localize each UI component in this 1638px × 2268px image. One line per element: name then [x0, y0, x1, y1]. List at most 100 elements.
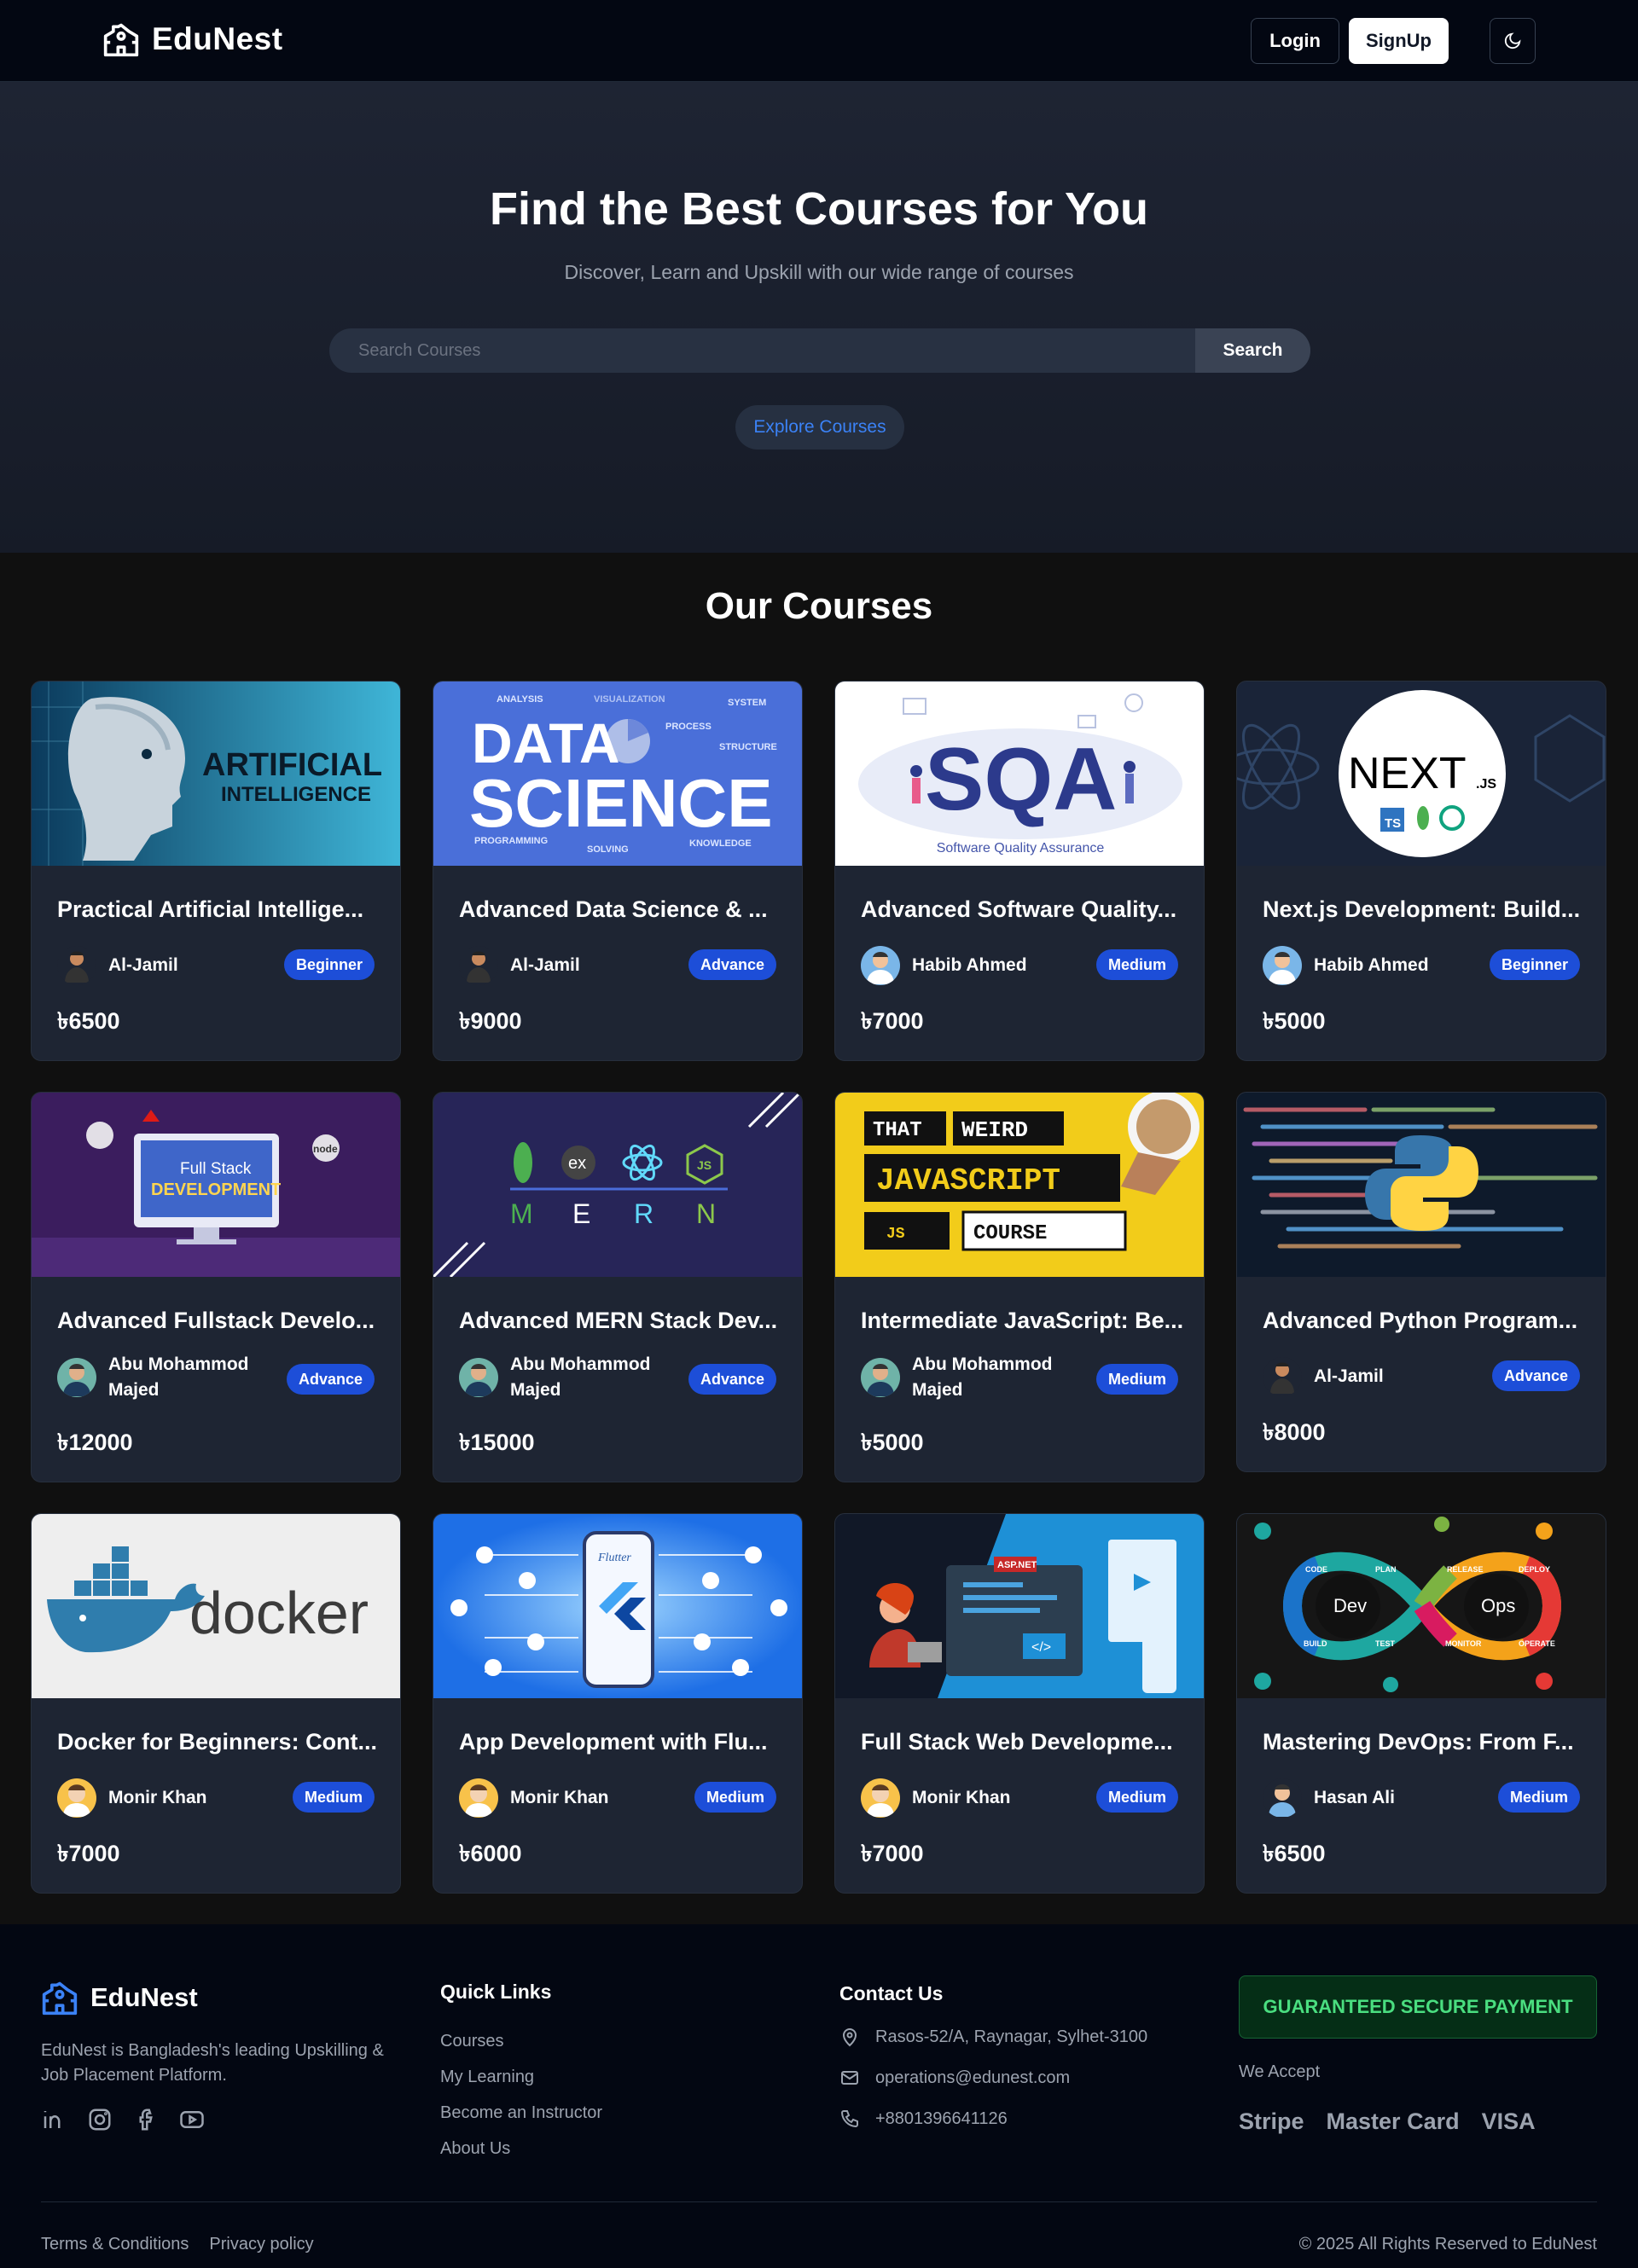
course-title[interactable]: App Development with Flu... — [459, 1729, 783, 1755]
linkedin-icon[interactable] — [41, 2107, 67, 2132]
course-card[interactable]: SQA Software Quality Assurance Advanced … — [834, 681, 1205, 1061]
course-title[interactable]: Advanced Python Program... — [1263, 1308, 1587, 1334]
login-button[interactable]: Login — [1251, 18, 1339, 64]
instructor-name: Al-Jamil — [510, 955, 580, 975]
course-instructor: Habib Ahmed — [861, 946, 1074, 985]
courses-section-title: Our Courses — [705, 585, 933, 627]
course-price: ৳5000 — [861, 1430, 924, 1455]
course-price: ৳7000 — [57, 1841, 120, 1866]
youtube-icon[interactable] — [179, 2107, 205, 2132]
brand-logo-link[interactable]: EduNest — [102, 20, 283, 58]
theme-toggle-button[interactable] — [1490, 18, 1536, 64]
footer-brand[interactable]: EduNest — [41, 1979, 198, 2016]
ds-label: STRUCTURE — [719, 742, 777, 752]
course-thumbnail-javascript: THAT WEIRD JAVASCRIPT JS COURSE — [835, 1093, 1204, 1277]
ai-thumb-text-2: INTELLIGENCE — [221, 783, 371, 806]
explore-courses-button[interactable]: Explore Courses — [735, 405, 904, 450]
js-thumb-javascript: JAVASCRIPT — [876, 1163, 1060, 1198]
sqa-thumb-subtext: Software Quality Assurance — [937, 841, 1105, 856]
ds-label: PROCESS — [665, 722, 712, 732]
course-card[interactable]: Flutter App Development with Flu... Moni… — [433, 1513, 803, 1894]
email-text: operations@edunest.com — [875, 2068, 1071, 2087]
ds-label: VISUALIZATION — [594, 694, 665, 705]
course-card[interactable]: ARTIFICIAL INTELLIGENCE Practical Artifi… — [31, 681, 401, 1061]
instructor-name: Habib Ahmed — [912, 955, 1027, 975]
footer-link-courses[interactable]: Courses — [440, 2032, 503, 2051]
level-badge: Medium — [1095, 1364, 1178, 1395]
course-instructor: Abu Mohammod Majed — [57, 1352, 270, 1403]
footer-divider — [41, 2201, 1597, 2202]
course-title[interactable]: Practical Artificial Intellige... — [57, 896, 381, 923]
terms-link[interactable]: Terms & Conditions — [41, 2235, 189, 2254]
fs-thumb-text-1: Full Stack — [180, 1160, 252, 1178]
instructor-avatar — [1263, 1778, 1302, 1818]
level-badge: Advance — [1491, 1360, 1580, 1391]
search-input[interactable] — [329, 328, 1195, 373]
search-button[interactable]: Search — [1195, 328, 1310, 373]
level-badge: Medium — [1095, 949, 1178, 980]
instructor-avatar — [57, 1778, 96, 1818]
course-card[interactable]: ASP.NET </> Full Stack Web Developme... … — [834, 1513, 1205, 1894]
course-title[interactable]: Advanced MERN Stack Dev... — [459, 1308, 783, 1334]
course-instructor: Al-Jamil — [459, 946, 672, 985]
instructor-name: Al-Jamil — [1314, 1366, 1384, 1386]
course-title[interactable]: Advanced Fullstack Develo... — [57, 1308, 381, 1334]
course-price: ৳6500 — [57, 1008, 120, 1034]
course-card[interactable]: NEXT .JS TS Next.js Development: Build..… — [1236, 681, 1606, 1061]
footer: EduNest EduNest is Bangladesh's leading … — [0, 1924, 1638, 2268]
course-thumbnail-python — [1237, 1093, 1606, 1277]
course-title[interactable]: Advanced Software Quality... — [861, 896, 1185, 923]
course-title[interactable]: Docker for Beginners: Cont... — [57, 1729, 381, 1755]
privacy-link[interactable]: Privacy policy — [209, 2235, 313, 2254]
course-thumbnail-fullstack: Full Stack DEVELOPMENT node — [32, 1093, 400, 1277]
course-card[interactable]: Advanced Python Program... Al-Jamil Adva… — [1236, 1092, 1606, 1472]
instagram-icon[interactable] — [87, 2107, 113, 2132]
level-badge: Advance — [286, 1364, 375, 1395]
facebook-icon[interactable] — [133, 2107, 159, 2132]
course-title[interactable]: Intermediate JavaScript: Be... — [861, 1308, 1185, 1334]
contact-phone[interactable]: +8801396641126 — [839, 2108, 1008, 2129]
copyright: © 2025 All Rights Reserved to EduNest — [1298, 2235, 1597, 2253]
ex-text: ex — [568, 1154, 586, 1173]
fs-thumb-text-2: DEVELOPMENT — [151, 1180, 281, 1199]
mern-letter-n: N — [696, 1198, 716, 1229]
footer-legal-links: Terms & Conditions Privacy policy — [41, 2235, 314, 2254]
contact-email[interactable]: operations@edunest.com — [839, 2068, 1070, 2088]
asp-thumb-text: ASP.NET — [997, 1560, 1037, 1570]
course-card[interactable]: docker Docker for Beginners: Cont... Mon… — [31, 1513, 401, 1894]
contact-address: Rasos-52/A, Raynagar, Sylhet-3100 — [839, 2027, 1147, 2047]
footer-link-my-learning[interactable]: My Learning — [440, 2068, 534, 2087]
instructor-avatar — [1263, 946, 1302, 985]
search-bar: Search — [329, 328, 1310, 373]
course-card[interactable]: Dev Ops CODE PLAN RELEASE DEPLOY BUILD T… — [1236, 1513, 1606, 1894]
course-title[interactable]: Full Stack Web Developme... — [861, 1729, 1185, 1755]
course-thumbnail-ai: ARTIFICIAL INTELLIGENCE — [32, 682, 400, 866]
course-title[interactable]: Advanced Data Science & ... — [459, 896, 783, 923]
course-thumbnail-flutter: Flutter — [433, 1514, 802, 1698]
footer-description: EduNest is Bangladesh's leading Upskilli… — [41, 2041, 384, 2085]
course-thumbnail-sqa: SQA Software Quality Assurance — [835, 682, 1204, 866]
ds-label: ANALYSIS — [497, 694, 543, 705]
level-badge: Medium — [1497, 1782, 1580, 1813]
hero-section: Find the Best Courses for You Discover, … — [0, 82, 1638, 553]
course-card[interactable]: THAT WEIRD JAVASCRIPT JS COURSE Intermed… — [834, 1092, 1205, 1482]
course-card[interactable]: ANALYSIS VISUALIZATION SYSTEM PROCESS ST… — [433, 681, 803, 1061]
course-title[interactable]: Next.js Development: Build... — [1263, 896, 1587, 923]
course-card[interactable]: Full Stack DEVELOPMENT node Advanced Ful… — [31, 1092, 401, 1482]
course-thumbnail-docker: docker — [32, 1514, 400, 1698]
instructor-name: Abu Mohammod Majed — [912, 1354, 1053, 1400]
phone-icon — [840, 2110, 858, 2128]
devops-stage: DEPLOY — [1519, 1565, 1550, 1574]
course-thumbnail-devops: Dev Ops CODE PLAN RELEASE DEPLOY BUILD T… — [1237, 1514, 1606, 1698]
phone-text: +8801396641126 — [875, 2108, 1008, 2128]
course-instructor: Abu Mohammod Majed — [861, 1352, 1074, 1403]
mern-letter-r: R — [634, 1198, 653, 1229]
course-thumbnail-nextjs: NEXT .JS TS — [1237, 682, 1606, 866]
course-card[interactable]: ex JS M E R N Advanced MERN Stack Dev...… — [433, 1092, 803, 1482]
devops-stage: PLAN — [1375, 1565, 1397, 1574]
footer-link-about-us[interactable]: About Us — [440, 2139, 510, 2159]
footer-link-become-instructor[interactable]: Become an Instructor — [440, 2103, 602, 2123]
course-title[interactable]: Mastering DevOps: From F... — [1263, 1729, 1587, 1755]
secure-payment-badge: GUARANTEED SECURE PAYMENT — [1239, 1975, 1597, 2039]
signup-button[interactable]: SignUp — [1349, 18, 1449, 64]
